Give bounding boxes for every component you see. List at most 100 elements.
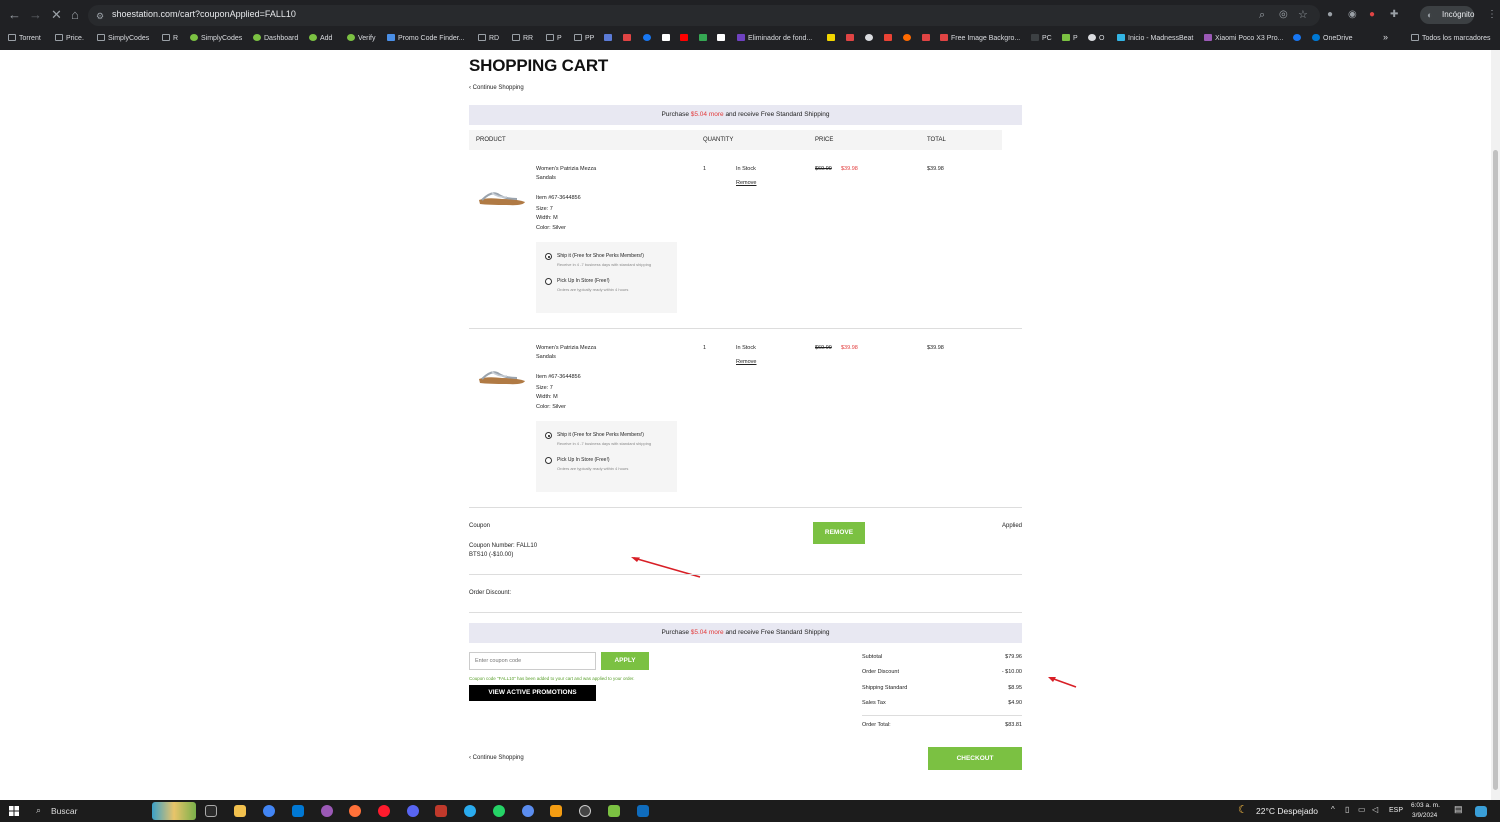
- app-icon[interactable]: [608, 805, 620, 817]
- telegram-icon[interactable]: [464, 805, 476, 817]
- url-text[interactable]: shoestation.com/cart?couponApplied=FALL1…: [112, 9, 296, 19]
- language-indicator[interactable]: ESP: [1389, 807, 1403, 814]
- search-icon[interactable]: ⌕: [36, 805, 41, 816]
- bookmark-item[interactable]: SimplyCodes: [97, 34, 149, 44]
- windows-start-icon[interactable]: [9, 806, 19, 816]
- bookmark-item[interactable]: Inicio - MadnessBeat: [1117, 34, 1193, 44]
- outlook-icon[interactable]: [637, 805, 649, 817]
- app-icon[interactable]: [550, 805, 562, 817]
- back-icon[interactable]: ←: [8, 8, 21, 22]
- task-view-icon[interactable]: [205, 805, 217, 817]
- firefox-icon[interactable]: [349, 805, 361, 817]
- ship-radio[interactable]: [545, 253, 552, 260]
- product-name[interactable]: Women's Patrizia Mezza: [536, 345, 596, 351]
- apply-coupon-button[interactable]: APPLY: [601, 652, 649, 670]
- bookmark-item[interactable]: Add: [309, 34, 332, 44]
- bookmark-favicon[interactable]: [699, 34, 710, 44]
- bookmark-item[interactable]: R: [162, 34, 178, 44]
- chrome-icon[interactable]: [263, 805, 275, 817]
- bookmark-item[interactable]: O: [1088, 34, 1104, 44]
- product-image[interactable]: [477, 366, 527, 388]
- file-explorer-icon[interactable]: [234, 805, 246, 817]
- scrollbar-thumb[interactable]: [1493, 150, 1498, 790]
- pickup-radio[interactable]: [545, 457, 552, 464]
- puzzle-icon[interactable]: ✚: [1390, 8, 1398, 22]
- site-info-icon[interactable]: ⚙: [96, 9, 104, 23]
- bookmark-item[interactable]: Eliminador de fond...: [737, 34, 812, 44]
- app-icon[interactable]: [522, 805, 534, 817]
- bookmark-favicon[interactable]: [903, 34, 914, 44]
- bookmark-item[interactable]: Xiaomi Poco X3 Pro...: [1204, 34, 1283, 44]
- product-name[interactable]: Sandals: [536, 354, 556, 360]
- menu-dots-icon[interactable]: ⋮: [1487, 8, 1497, 22]
- star-icon[interactable]: ☆: [1298, 8, 1308, 22]
- volume-icon[interactable]: ◁: [1372, 805, 1378, 814]
- item-quantity[interactable]: 1: [703, 166, 706, 172]
- mail-icon[interactable]: [292, 805, 304, 817]
- bookmark-favicon[interactable]: [865, 34, 876, 44]
- ship-radio[interactable]: [545, 432, 552, 439]
- extension-icon[interactable]: ●: [1327, 8, 1333, 22]
- widgets-icon[interactable]: [1475, 806, 1487, 817]
- remove-coupon-button[interactable]: REMOVE: [813, 522, 865, 544]
- weather-moon-icon[interactable]: ☾: [1238, 803, 1248, 816]
- clock-time[interactable]: 6:03 a. m.: [1411, 802, 1440, 809]
- bookmark-item[interactable]: Price.: [55, 34, 84, 44]
- tray-app-icon[interactable]: ▯: [1345, 805, 1349, 814]
- whatsapp-icon[interactable]: [493, 805, 505, 817]
- eye-off-icon[interactable]: ◎: [1279, 8, 1288, 22]
- bookmark-item[interactable]: SimplyCodes: [190, 34, 242, 44]
- checkout-button[interactable]: CHECKOUT: [928, 747, 1022, 770]
- notifications-icon[interactable]: ▤: [1454, 804, 1463, 815]
- bookmark-item[interactable]: OneDrive: [1312, 34, 1353, 44]
- globe-icon[interactable]: ◉: [1348, 8, 1357, 22]
- bookmark-item[interactable]: PP: [574, 34, 594, 44]
- app-64-icon[interactable]: [435, 805, 447, 817]
- bookmark-favicon[interactable]: [846, 34, 857, 44]
- product-name[interactable]: Women's Patrizia Mezza: [536, 166, 596, 172]
- all-bookmarks-folder[interactable]: Todos los marcadores: [1411, 34, 1490, 44]
- bookmark-favicon[interactable]: [1293, 34, 1304, 44]
- forward-icon[interactable]: →: [29, 8, 42, 22]
- bookmark-item[interactable]: Torrent: [8, 34, 41, 44]
- bookmark-item[interactable]: Verify: [347, 34, 376, 44]
- bookmark-favicon[interactable]: [922, 34, 933, 44]
- coupon-code-input[interactable]: [469, 652, 596, 670]
- remove-item-link[interactable]: Remove: [736, 180, 756, 186]
- bookmark-favicon[interactable]: [717, 34, 728, 44]
- bookmark-favicon[interactable]: [604, 34, 615, 44]
- bookmark-favicon[interactable]: [884, 34, 895, 44]
- zoom-icon[interactable]: ⌕: [1259, 8, 1265, 22]
- bookmark-favicon[interactable]: [643, 34, 654, 44]
- item-quantity[interactable]: 1: [703, 345, 706, 351]
- continue-shopping-link[interactable]: ‹ Continue Shopping: [469, 755, 524, 761]
- home-icon[interactable]: ⌂: [71, 8, 79, 22]
- taskbar-search-label[interactable]: Buscar: [51, 806, 77, 816]
- pickup-radio[interactable]: [545, 278, 552, 285]
- product-name[interactable]: Sandals: [536, 175, 556, 181]
- bookmark-item[interactable]: PC: [1031, 34, 1052, 44]
- discord-icon[interactable]: [407, 805, 419, 817]
- stop-icon[interactable]: ✕: [51, 8, 62, 22]
- bookmark-favicon[interactable]: [623, 34, 634, 44]
- bookmark-favicon[interactable]: [662, 34, 673, 44]
- scrollbar[interactable]: [1491, 50, 1500, 800]
- network-icon[interactable]: ▭: [1358, 805, 1366, 814]
- search-highlight-icon[interactable]: [152, 802, 196, 820]
- weather-text[interactable]: 22°C Despejado: [1256, 806, 1318, 816]
- bookmark-favicon[interactable]: [827, 34, 838, 44]
- bookmark-item[interactable]: Dashboard: [253, 34, 298, 44]
- more-bookmarks-icon[interactable]: »: [1383, 32, 1388, 42]
- bookmark-favicon[interactable]: [680, 34, 691, 44]
- view-active-promotions-button[interactable]: VIEW ACTIVE PROMOTIONS: [469, 685, 596, 701]
- media-player-icon[interactable]: [579, 805, 591, 817]
- clock-date[interactable]: 3/9/2024: [1412, 812, 1437, 819]
- continue-shopping-link[interactable]: ‹ Continue Shopping: [469, 85, 524, 91]
- bookmark-item[interactable]: Free Image Backgro...: [940, 34, 1020, 44]
- adblock-icon[interactable]: ●: [1369, 8, 1375, 22]
- app-icon[interactable]: [321, 805, 333, 817]
- remove-item-link[interactable]: Remove: [736, 359, 756, 365]
- opera-icon[interactable]: [378, 805, 390, 817]
- bookmark-item[interactable]: RD: [478, 34, 499, 44]
- bookmark-item[interactable]: RR: [512, 34, 533, 44]
